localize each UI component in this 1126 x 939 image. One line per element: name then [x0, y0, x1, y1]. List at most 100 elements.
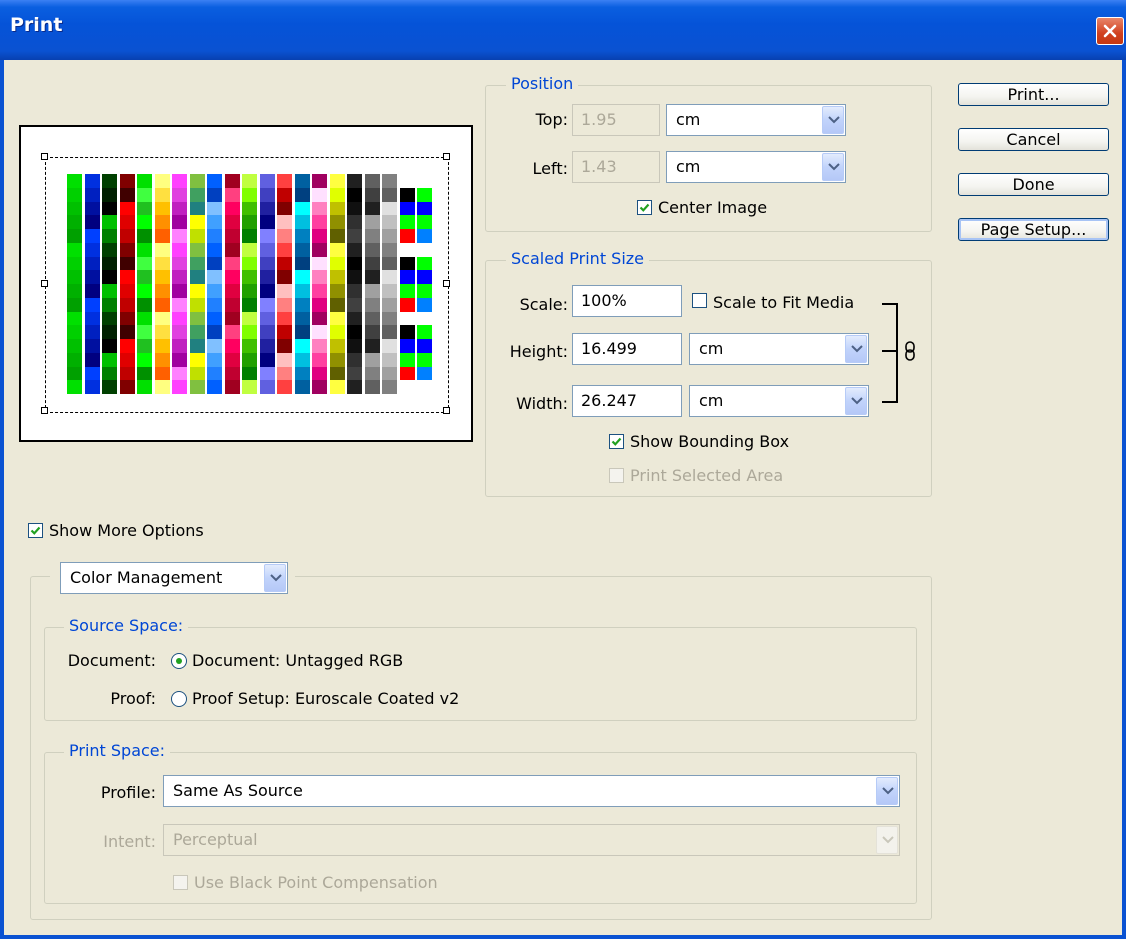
bounding-handle-tl[interactable] — [41, 153, 48, 160]
profile-select[interactable]: Same As Source — [163, 775, 900, 807]
preview-color-patch — [312, 270, 327, 284]
left-unit-select[interactable]: cm — [666, 151, 846, 183]
preview-color-column — [329, 174, 345, 394]
chain-link-icon[interactable] — [903, 341, 917, 361]
show-bounding-box-label[interactable]: Show Bounding Box — [630, 432, 789, 452]
preview-color-patch — [312, 352, 327, 367]
preview-color-patch — [189, 352, 205, 367]
preview-color-patch — [102, 366, 117, 381]
dropdown-button[interactable] — [822, 153, 844, 181]
preview-color-patch — [119, 297, 135, 312]
black-point-label[interactable]: Use Black Point Compensation — [194, 873, 438, 893]
dropdown-button[interactable] — [876, 777, 898, 805]
print-selected-area-label[interactable]: Print Selected Area — [630, 466, 783, 486]
dropdown-button[interactable] — [845, 335, 867, 363]
print-space-title: Print Space: — [64, 741, 171, 761]
center-image-label[interactable]: Center Image — [658, 198, 767, 218]
preview-color-patch — [382, 325, 397, 339]
preview-color-patch — [102, 229, 117, 243]
top-input[interactable]: 1.95 — [572, 104, 660, 136]
preview-color-patch — [102, 256, 117, 271]
scale-input[interactable]: 100% — [572, 285, 682, 317]
preview-color-patch — [224, 174, 240, 188]
preview-color-patch — [312, 229, 327, 243]
preview-color-patch — [84, 366, 100, 381]
preview-color-patch — [242, 242, 257, 257]
print-button[interactable]: Print... — [958, 83, 1109, 106]
dropdown-button[interactable] — [822, 106, 844, 134]
show-more-options-label[interactable]: Show More Options — [49, 521, 204, 541]
print-selected-area-checkbox[interactable] — [609, 468, 624, 483]
preview-color-patch — [329, 215, 345, 229]
width-unit-select[interactable]: cm — [689, 385, 869, 417]
preview-color-patch — [67, 256, 82, 271]
width-label: Width: — [516, 394, 568, 413]
dropdown-button[interactable] — [845, 387, 867, 415]
top-unit-select[interactable]: cm — [666, 104, 846, 136]
bounding-handle-tr[interactable] — [443, 153, 450, 160]
page-setup-button[interactable]: Page Setup... — [958, 218, 1109, 241]
title-bar[interactable]: Print — [0, 0, 1126, 60]
preview-color-patch — [347, 366, 362, 381]
height-unit-select[interactable]: cm — [689, 333, 869, 365]
chevron-down-icon — [882, 836, 894, 844]
height-input[interactable]: 16.499 — [572, 333, 682, 365]
close-button[interactable] — [1096, 17, 1124, 45]
intent-select[interactable]: Perceptual — [163, 824, 900, 856]
proof-option-label[interactable]: Proof Setup: Euroscale Coated v2 — [192, 689, 459, 709]
preview-color-patch — [347, 215, 362, 229]
preview-color-patch — [172, 284, 187, 298]
preview-color-patch — [172, 297, 187, 312]
preview-color-patch — [417, 366, 432, 381]
preview-color-patch — [382, 297, 397, 312]
bounding-handle-br[interactable] — [443, 407, 450, 414]
preview-color-patch — [417, 242, 432, 257]
preview-color-patch — [382, 339, 397, 353]
document-option-label[interactable]: Document: Untagged RGB — [192, 651, 403, 671]
preview-color-patch — [417, 256, 432, 271]
cancel-button[interactable]: Cancel — [958, 128, 1109, 151]
bounding-handle-mr[interactable] — [443, 280, 450, 287]
bounding-handle-bl[interactable] — [41, 407, 48, 414]
preview-color-patch — [207, 352, 222, 367]
scale-to-fit-checkbox[interactable] — [692, 293, 707, 308]
preview-color-patch — [137, 174, 152, 188]
black-point-checkbox[interactable] — [173, 875, 188, 890]
center-image-checkbox[interactable] — [637, 200, 652, 215]
preview-color-patch — [347, 311, 362, 326]
preview-color-patch — [224, 229, 240, 243]
dropdown-button[interactable] — [264, 564, 286, 592]
preview-color-column — [347, 174, 362, 394]
preview-color-patch — [364, 187, 380, 202]
preview-color-patch — [119, 229, 135, 243]
show-more-options-checkbox[interactable] — [28, 523, 43, 538]
preview-color-patch — [329, 325, 345, 339]
scale-to-fit-label[interactable]: Scale to Fit Media — [713, 293, 854, 313]
preview-color-patch — [329, 311, 345, 326]
preview-color-patch — [399, 380, 415, 394]
preview-color-column — [399, 174, 415, 394]
preview-color-patch — [172, 311, 187, 326]
preview-color-patch — [382, 215, 397, 229]
bounding-handle-ml[interactable] — [41, 280, 48, 287]
preview-color-patch — [277, 339, 292, 353]
show-bounding-box-checkbox[interactable] — [609, 434, 624, 449]
preview-color-patch — [294, 297, 310, 312]
preview-color-patch — [364, 229, 380, 243]
preview-color-patch — [347, 201, 362, 216]
preview-color-patch — [102, 284, 117, 298]
dropdown-button[interactable] — [876, 826, 898, 854]
preview-color-column — [189, 174, 205, 394]
proof-radio[interactable] — [171, 691, 187, 707]
preview-color-patch — [259, 311, 275, 326]
preview-color-patch — [119, 311, 135, 326]
done-button[interactable]: Done — [958, 173, 1109, 196]
left-input[interactable]: 1.43 — [572, 151, 660, 183]
width-input[interactable]: 26.247 — [572, 385, 682, 417]
preview-color-patch — [329, 380, 345, 394]
document-label: Document: — [67, 651, 156, 670]
options-mode-select[interactable]: Color Management — [60, 562, 288, 594]
preview-color-patch — [172, 270, 187, 284]
preview-color-patch — [242, 270, 257, 284]
document-radio[interactable] — [171, 653, 187, 669]
